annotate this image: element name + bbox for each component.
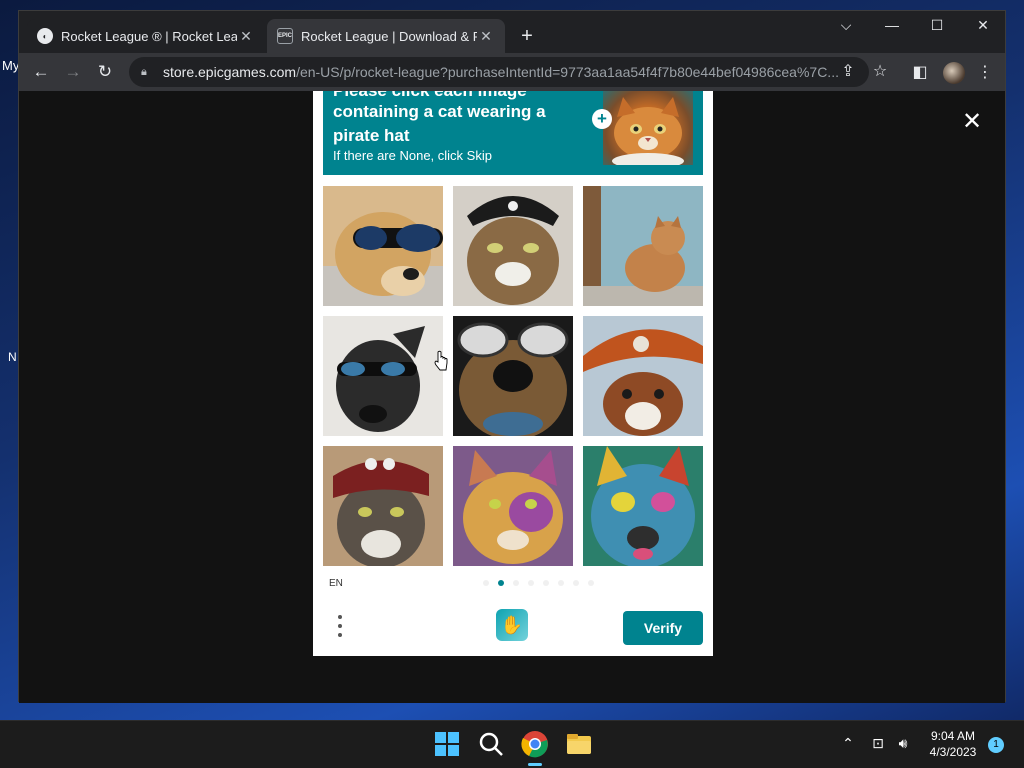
tab-title: Rocket League ® | Rocket League <box>61 28 237 44</box>
tab-rocket-league[interactable]: ◐ Rocket League ® | Rocket League ✕ <box>27 19 265 53</box>
volume-icon[interactable]: 🔊︎ <box>893 735 913 752</box>
share-icon[interactable]: ⇪ <box>837 61 859 83</box>
active-app-indicator <box>528 763 542 766</box>
captcha-image-tile[interactable] <box>453 316 573 440</box>
captcha-image-tile[interactable] <box>583 316 703 436</box>
tab-title: Rocket League | Download & Play <box>301 28 477 44</box>
tab-strip: ◐ Rocket League ® | Rocket League ✕ EPIC… <box>19 11 1005 53</box>
network-icon[interactable]: ⊡ <box>868 735 888 752</box>
new-tab-button[interactable]: + <box>515 25 539 48</box>
captcha-menu-icon[interactable] <box>333 611 347 641</box>
chrome-icon[interactable] <box>521 730 549 758</box>
prompt-subtext: If there are None, click Skip <box>333 148 492 163</box>
clock[interactable]: 9:04 AM 4/3/2023 <box>922 728 984 760</box>
reload-button[interactable]: ↻ <box>93 61 117 83</box>
page-dot <box>498 580 504 586</box>
minimize-button[interactable]: — <box>877 17 907 33</box>
captcha-dialog: Please click each image containing a cat… <box>313 91 713 656</box>
side-panel-icon[interactable]: ◧ <box>909 62 931 82</box>
browser-window: ◐ Rocket League ® | Rocket League ✕ EPIC… <box>18 10 1006 703</box>
desktop-icon-label: My <box>2 58 20 73</box>
page-dot <box>558 580 564 586</box>
captcha-prompt-banner: Please click each image containing a cat… <box>323 91 703 175</box>
taskbar: ⌃ ⊡ 🔊︎ 9:04 AM 4/3/2023 1 <box>0 720 1024 768</box>
captcha-image-tile[interactable] <box>453 186 573 306</box>
captcha-image-tile[interactable] <box>323 186 443 306</box>
clock-date: 4/3/2023 <box>929 745 977 759</box>
start-menu-icon[interactable] <box>433 730 461 758</box>
browser-toolbar: ← → ↻ 🔒︎ store.epicgames.com /en-US/p/ro… <box>19 53 1005 91</box>
search-tabs-button[interactable]: ⌵ <box>831 17 861 34</box>
rocket-league-favicon-icon: ◐ <box>37 28 53 44</box>
hcaptcha-logo-icon: ✋ <box>496 609 528 641</box>
notification-badge[interactable]: 1 <box>988 737 1004 753</box>
back-button[interactable]: ← <box>29 61 53 83</box>
file-explorer-icon[interactable] <box>565 730 593 758</box>
page-dot <box>588 580 594 586</box>
forward-button[interactable]: → <box>61 61 85 83</box>
sample-image[interactable] <box>603 91 693 169</box>
bookmark-star-icon[interactable]: ☆ <box>869 61 891 83</box>
captcha-image-tile[interactable] <box>323 316 443 436</box>
url-host: store.epicgames.com <box>163 64 297 80</box>
page-content: ✕ Please click each image containing a c… <box>19 91 1005 703</box>
url-path: /en-US/p/rocket-league?purchaseIntentId=… <box>296 64 839 80</box>
lock-icon[interactable]: 🔒︎ <box>141 66 155 79</box>
close-modal-icon[interactable]: ✕ <box>959 109 985 135</box>
desktop-icon-label: N <box>8 350 17 364</box>
page-dot <box>543 580 549 586</box>
clock-time: 9:04 AM <box>930 729 976 743</box>
menu-kebab-icon[interactable]: ⋮ <box>974 62 996 82</box>
verify-button[interactable]: Verify <box>623 611 703 645</box>
language-selector[interactable]: EN <box>329 578 343 589</box>
tab-epic-games[interactable]: EPIC Rocket League | Download & Play ✕ <box>267 19 505 53</box>
profile-avatar[interactable] <box>943 62 965 84</box>
captcha-image-tile[interactable] <box>583 446 703 568</box>
page-dots <box>483 580 594 586</box>
page-dot <box>573 580 579 586</box>
captcha-image-tile[interactable] <box>583 186 703 306</box>
page-dot <box>528 580 534 586</box>
show-hidden-icons-icon[interactable]: ⌃ <box>838 735 858 752</box>
page-dot <box>513 580 519 586</box>
page-dot <box>483 580 489 586</box>
address-bar[interactable]: 🔒︎ store.epicgames.com /en-US/p/rocket-l… <box>129 57 869 87</box>
captcha-image-tile[interactable] <box>323 446 443 568</box>
epic-games-favicon-icon: EPIC <box>277 28 293 44</box>
add-icon: + <box>592 109 612 129</box>
close-window-button[interactable]: ✕ <box>968 17 998 34</box>
close-tab-icon[interactable]: ✕ <box>237 28 255 45</box>
prompt-text: containing a cat wearing a pirate hat <box>333 102 546 145</box>
hand-cursor-icon <box>434 350 448 371</box>
search-icon[interactable] <box>477 730 505 758</box>
close-tab-icon[interactable]: ✕ <box>477 28 495 45</box>
captcha-image-grid <box>323 186 703 568</box>
captcha-image-tile[interactable] <box>453 446 573 566</box>
maximize-button[interactable]: ☐ <box>922 17 952 34</box>
